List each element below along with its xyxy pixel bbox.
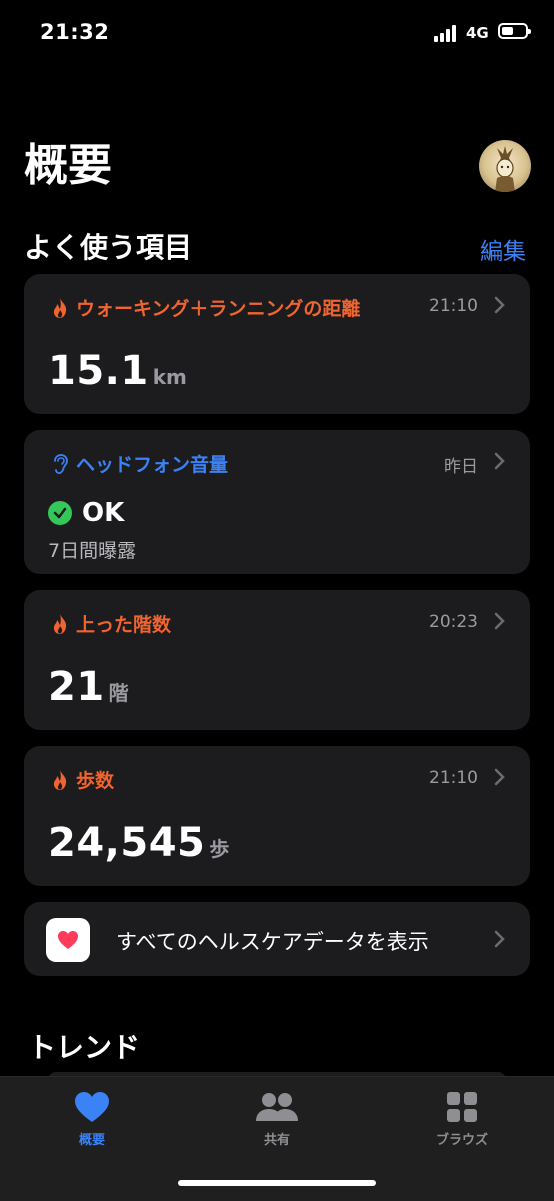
card-time: 21:10 (429, 296, 478, 316)
card-time: 21:10 (429, 768, 478, 788)
flame-icon (53, 297, 67, 318)
flame-icon (53, 769, 67, 790)
tab-summary[interactable]: 概要 (32, 1091, 152, 1148)
people-icon (256, 1093, 298, 1121)
card-walking-running-distance[interactable]: ウォーキング＋ランニングの距離 21:10 15.1 km (24, 274, 530, 414)
ear-icon (54, 453, 68, 474)
tab-browse[interactable]: ブラウズ (402, 1091, 522, 1148)
card-title: 上った階数 (76, 614, 172, 636)
card-value: 21 (48, 664, 105, 710)
card-headphone-volume[interactable]: ヘッドフォン音量 昨日 OK 7日間曝露 (24, 430, 530, 574)
edit-favorites-button[interactable]: 編集 (480, 232, 526, 266)
show-all-label: すべてのヘルスケアデータを表示 (116, 930, 429, 954)
card-value: 15.1 (48, 348, 149, 394)
chevron-right-icon (494, 452, 505, 470)
chevron-right-icon (494, 612, 505, 630)
flame-icon (53, 613, 67, 634)
status-text: OK (82, 498, 125, 528)
network-type: 4G (466, 24, 489, 42)
favorites-heading: よく使う項目 (24, 231, 193, 264)
show-all-health-data-button[interactable]: すべてのヘルスケアデータを表示 (24, 902, 530, 976)
status-bar: 21:32 4G (0, 0, 554, 70)
card-title: ウォーキング＋ランニングの距離 (76, 298, 361, 320)
health-app-icon (46, 918, 90, 962)
checkmark-icon (48, 501, 72, 525)
tab-label: 共有 (263, 1133, 290, 1148)
page-title: 概要 (24, 140, 112, 191)
card-subtitle: 7日間曝露 (48, 540, 137, 562)
chevron-right-icon (494, 930, 505, 948)
card-unit: 階 (108, 681, 129, 705)
home-indicator[interactable] (178, 1180, 376, 1186)
battery-icon (498, 23, 531, 39)
heart-icon (75, 1092, 109, 1122)
card-value: 24,545 (48, 820, 206, 866)
tab-label: 概要 (78, 1133, 105, 1148)
cellular-signal-icon (434, 24, 460, 42)
trends-heading: トレンド (28, 1031, 141, 1064)
card-unit: 歩 (209, 837, 230, 861)
card-flights-climbed[interactable]: 上った階数 20:23 21 階 (24, 590, 530, 730)
card-title: ヘッドフォン音量 (76, 454, 229, 476)
tab-sharing[interactable]: 共有 (217, 1091, 337, 1148)
chevron-right-icon (494, 296, 505, 314)
profile-avatar[interactable] (479, 140, 531, 192)
chevron-right-icon (494, 768, 505, 786)
tab-label: ブラウズ (435, 1133, 488, 1148)
card-unit: km (152, 365, 187, 389)
card-time: 昨日 (444, 457, 478, 477)
status-time: 21:32 (40, 20, 110, 44)
card-time: 20:23 (429, 612, 478, 632)
card-title: 歩数 (76, 770, 115, 792)
card-steps[interactable]: 歩数 21:10 24,545 歩 (24, 746, 530, 886)
grid-icon (447, 1092, 477, 1122)
